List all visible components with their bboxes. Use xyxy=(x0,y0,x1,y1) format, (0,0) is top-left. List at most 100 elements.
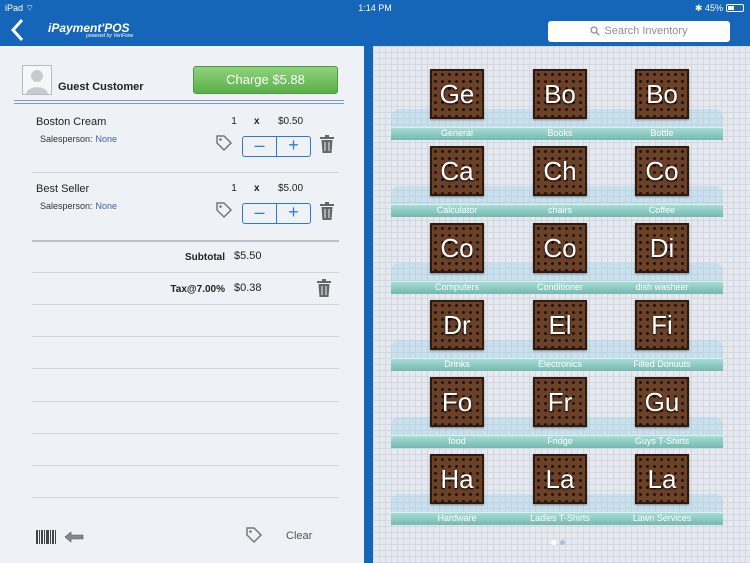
category-tile[interactable]: Fi xyxy=(635,300,689,350)
page-indicator[interactable] xyxy=(549,532,567,550)
customer-name[interactable]: Guest Customer xyxy=(58,81,144,93)
divider xyxy=(32,368,339,369)
category-tile[interactable]: La xyxy=(533,454,587,504)
category-abbr: Bo xyxy=(646,79,678,109)
trash-icon[interactable] xyxy=(320,202,334,220)
page-dot xyxy=(560,540,565,545)
divider xyxy=(32,433,339,434)
category-tile[interactable]: El xyxy=(533,300,587,350)
back-button[interactable] xyxy=(10,18,24,47)
bluetooth-icon: ✱ xyxy=(694,3,703,13)
decrement-button[interactable]: – xyxy=(243,136,276,156)
barcode-icon[interactable] xyxy=(36,530,56,544)
discount-tag-icon[interactable] xyxy=(215,134,233,152)
cart-panel: Guest Customer Charge $5.88 Boston Cream… xyxy=(0,46,364,563)
salesperson-value: None xyxy=(95,134,118,144)
increment-button[interactable]: + xyxy=(276,136,310,156)
category-label[interactable]: chairs xyxy=(505,205,615,215)
category-label[interactable]: Calculator xyxy=(402,205,512,215)
quantity-stepper[interactable]: – + xyxy=(242,203,311,224)
subtotal-label: Subtotal xyxy=(185,252,225,263)
category-abbr: Fo xyxy=(441,387,473,417)
salesperson-field[interactable]: Salesperson: None xyxy=(40,134,117,144)
category-tile[interactable]: Ha xyxy=(430,454,484,504)
category-tile[interactable]: Fr xyxy=(533,377,587,427)
clock: 1:14 PM xyxy=(358,3,392,13)
category-label[interactable]: Drinks xyxy=(402,359,512,369)
category-tile[interactable]: Bo xyxy=(533,69,587,119)
status-bar: iPad ⌔ 1:14 PM ✱ 45% xyxy=(0,0,750,16)
nav-bar: iPayment'POS powered by VeriFone Search … xyxy=(0,16,750,46)
item-price: $0.50 xyxy=(278,116,304,127)
category-label[interactable]: Electronics xyxy=(505,359,615,369)
category-label[interactable]: General xyxy=(402,128,512,138)
subtotal-value: $5.50 xyxy=(234,250,262,262)
times-sign: x xyxy=(254,116,260,127)
category-label[interactable]: dish washeer xyxy=(607,282,717,292)
search-inventory-input[interactable]: Search Inventory xyxy=(548,21,730,42)
arrow-left-icon[interactable] xyxy=(64,530,84,544)
category-label[interactable]: Computers xyxy=(402,282,512,292)
category-label[interactable]: Ladies T-Shirts xyxy=(505,513,615,523)
person-icon xyxy=(26,70,48,94)
divider xyxy=(32,465,339,466)
category-abbr: Dr xyxy=(443,310,471,340)
category-tile[interactable]: La xyxy=(635,454,689,504)
category-label[interactable]: Hardware xyxy=(402,513,512,523)
divider xyxy=(32,336,339,337)
battery-status: ✱ 45% xyxy=(695,3,744,14)
category-abbr: Co xyxy=(645,156,679,186)
category-label[interactable]: Filled Donuuts xyxy=(607,359,717,369)
category-tile[interactable]: Fo xyxy=(430,377,484,427)
category-tile[interactable]: Co xyxy=(430,223,484,273)
increment-button[interactable]: + xyxy=(276,203,310,223)
category-abbr: Di xyxy=(649,233,675,263)
category-label[interactable]: Coffee xyxy=(607,205,717,215)
item-name: Boston Cream xyxy=(36,116,107,128)
quantity-stepper[interactable]: – + xyxy=(242,136,311,157)
category-tile[interactable]: Bo xyxy=(635,69,689,119)
category-abbr: Gu xyxy=(644,387,680,417)
category-abbr: Ch xyxy=(543,156,577,186)
trash-icon[interactable] xyxy=(320,135,334,153)
category-tile[interactable]: Ca xyxy=(430,146,484,196)
category-label[interactable]: Guys T-Shirts xyxy=(607,436,717,446)
category-abbr: Fr xyxy=(547,387,573,417)
category-abbr: El xyxy=(548,310,572,340)
clear-button[interactable]: Clear xyxy=(286,530,312,542)
category-tile[interactable]: Di xyxy=(635,223,689,273)
customer-avatar[interactable] xyxy=(22,65,52,95)
tax-value: $0.38 xyxy=(234,282,262,294)
inventory-panel: Ge General Bo Books Bo Bottle Ca Calculator Ch ch… xyxy=(373,46,750,563)
category-tile[interactable]: Gu xyxy=(635,377,689,427)
trash-icon[interactable] xyxy=(317,279,331,297)
item-price: $5.00 xyxy=(278,183,304,194)
salesperson-field[interactable]: Salesperson: None xyxy=(40,201,117,211)
category-label[interactable]: Fridge xyxy=(505,436,615,446)
category-tile[interactable]: Ch xyxy=(533,146,587,196)
decrement-button[interactable]: – xyxy=(243,203,276,223)
charge-button[interactable]: Charge $5.88 xyxy=(193,66,338,94)
category-label[interactable]: Books xyxy=(505,128,615,138)
category-abbr: Ca xyxy=(440,156,474,186)
category-tile[interactable]: Co xyxy=(635,146,689,196)
divider xyxy=(32,172,339,173)
category-abbr: Co xyxy=(440,233,474,263)
divider xyxy=(32,304,339,305)
discount-tag-icon[interactable] xyxy=(245,526,263,544)
salesperson-value: None xyxy=(95,201,118,211)
item-qty: 1 xyxy=(231,183,237,194)
category-tile[interactable]: Co xyxy=(533,223,587,273)
discount-tag-icon[interactable] xyxy=(215,201,233,219)
category-tile[interactable]: Ge xyxy=(430,69,484,119)
category-tile[interactable]: Dr xyxy=(430,300,484,350)
salesperson-label: Salesperson: xyxy=(40,134,93,144)
category-label[interactable]: food xyxy=(402,436,512,446)
salesperson-label: Salesperson: xyxy=(40,201,93,211)
item-qty: 1 xyxy=(231,116,237,127)
category-label[interactable]: Bottle xyxy=(607,128,717,138)
category-abbr: La xyxy=(647,464,677,494)
category-label[interactable]: Lawn Services xyxy=(607,513,717,523)
category-label[interactable]: Conditioner xyxy=(505,282,615,292)
divider xyxy=(32,240,339,242)
